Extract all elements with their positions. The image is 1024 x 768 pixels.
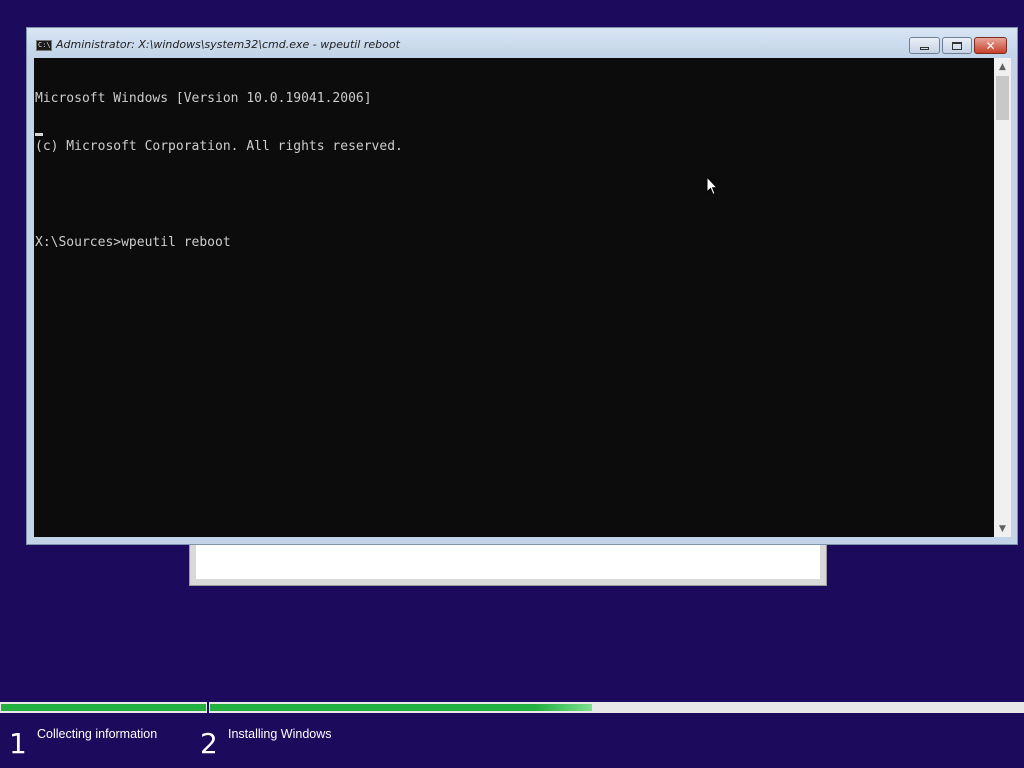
scroll-up-icon[interactable]: ▲ — [994, 58, 1011, 75]
setup-progress-bar — [0, 702, 1024, 713]
progress-segment-installing — [209, 702, 1024, 713]
vertical-scrollbar[interactable]: ▲ ▼ — [994, 58, 1011, 537]
console-line: X:\Sources>wpeutil reboot — [35, 235, 231, 250]
console-text: Microsoft Windows [Version 10.0.19041.20… — [35, 59, 403, 283]
command-prompt-window[interactable]: C:\ Administrator: X:\windows\system32\c… — [26, 27, 1018, 545]
title-bar[interactable]: C:\ Administrator: X:\windows\system32\c… — [27, 28, 1017, 58]
console-line: (c) Microsoft Corporation. All rights re… — [35, 139, 403, 154]
mouse-pointer-icon — [706, 176, 718, 196]
progress-fill — [1, 704, 206, 711]
window-title: Administrator: X:\windows\system32\cmd.e… — [56, 38, 400, 51]
scroll-thumb[interactable] — [996, 76, 1009, 120]
close-button[interactable]: ✕ — [974, 37, 1007, 54]
text-cursor — [35, 133, 43, 136]
step-2-label: Installing Windows — [228, 727, 332, 741]
progress-segment-collecting — [0, 702, 207, 713]
step-2-number: 2 — [200, 727, 218, 760]
close-icon: ✕ — [985, 38, 996, 53]
restore-icon — [952, 41, 962, 50]
step-1-number: 1 — [9, 727, 27, 760]
step-1-label: Collecting information — [37, 727, 158, 741]
restore-button[interactable] — [942, 37, 972, 54]
console-output[interactable]: Microsoft Windows [Version 10.0.19041.20… — [34, 58, 994, 537]
setup-desktop: C:\ Administrator: X:\windows\system32\c… — [0, 0, 1024, 768]
console-line: Microsoft Windows [Version 10.0.19041.20… — [35, 91, 372, 106]
cmd-icon: C:\ — [36, 40, 52, 51]
minimize-button[interactable] — [909, 37, 940, 54]
minimize-icon — [920, 46, 929, 50]
scroll-down-icon[interactable]: ▼ — [994, 520, 1011, 537]
progress-fill — [210, 704, 592, 711]
